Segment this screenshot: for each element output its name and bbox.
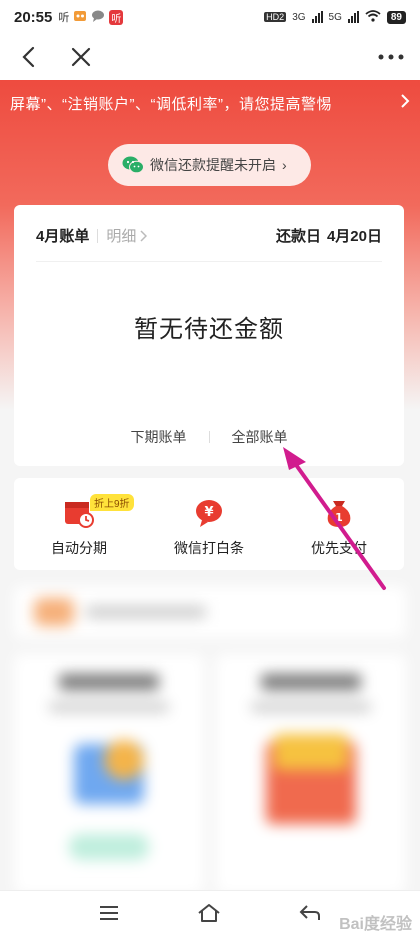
status-time: 20:55 [14,8,53,26]
svg-text:¥: ¥ [204,505,213,520]
svg-text:1: 1 [335,511,343,524]
blurred-promo-card [216,654,406,894]
system-indicators: HD2 3G 5G 89 [264,9,406,25]
back-icon[interactable] [299,904,321,927]
chevron-right-icon: › [282,157,287,173]
quick-action-label: 微信打白条 [174,540,244,556]
chat-icon [91,9,105,26]
repay-date: 4月20日 [326,228,382,245]
chevron-right-icon [140,229,148,242]
repay-day-label: 还款日 [275,228,321,245]
next-bill-link[interactable]: 下期账单 [109,427,209,447]
wechat-icon [122,155,144,175]
quick-action-wechat-baitiao[interactable]: ¥ 微信打白条 [144,478,274,570]
signal-icon-2 [347,11,359,23]
wechat-reminder-label: 微信还款提醒未开启 [150,157,276,173]
nav-bar [0,34,420,80]
bill-card: 4月账单 明细 还款日 4月20日 暂无待还金额 下期账单 全部账单 [14,205,404,466]
bill-header: 4月账单 明细 还款日 4月20日 [36,225,382,246]
battery-icon: 89 [386,10,406,24]
status-bar: 20:55 听 听 HD2 3G 5G 89 [0,0,420,34]
quick-action-auto-installment[interactable]: 折上9折 自动分期 [14,478,144,570]
network-3g: 3G [292,11,306,23]
quick-action-priority-pay[interactable]: 1 优先支付 [274,478,404,570]
home-icon[interactable] [197,903,221,928]
wifi-icon [365,9,381,25]
game-icon [73,9,87,26]
detail-link[interactable]: 明细 [106,225,148,246]
wechat-baitiao-icon: ¥ [192,496,226,530]
detail-label: 明细 [106,228,137,245]
notification-app-icon: 听 [58,12,70,24]
menu-icon[interactable] [99,905,119,926]
divider [36,261,382,262]
quick-action-label: 自动分期 [51,540,107,556]
blurred-promo-card [14,654,204,894]
notification-icons: 听 听 [58,9,124,26]
bill-links: 下期账单 全部账单 [14,427,404,447]
chevron-right-icon [400,93,410,113]
chevron-left-icon[interactable] [12,40,46,74]
marquee-text: 屏幕”、“注销账户”、“调低利率”，请您提高警惕 [10,95,332,113]
discount-badge: 折上9折 [90,494,134,511]
month-bill-title: 4月账单 [36,228,90,245]
hd-indicator: HD2 [264,12,287,22]
network-5g: 5G [328,11,342,23]
blurred-content [0,578,420,894]
divider [97,228,99,243]
signal-icon [311,11,323,23]
quick-actions: 折上9折 自动分期 ¥ 微信打白条 1 优先支付 [14,478,404,570]
watermark: Bai度经验 [339,916,412,933]
all-bills-link[interactable]: 全部账单 [210,427,310,447]
priority-pay-icon: 1 [322,496,356,530]
warning-marquee[interactable]: 屏幕”、“注销账户”、“调低利率”，请您提高警惕 [0,84,420,122]
quick-action-label: 优先支付 [311,540,367,556]
empty-amount-text: 暂无待还金额 [134,316,284,343]
close-icon[interactable] [64,40,98,74]
notification-app-icon-red: 听 [109,9,124,25]
blurred-banner [14,586,406,638]
wechat-reminder-button[interactable]: 微信还款提醒未开启 › [108,144,311,186]
more-dots-icon[interactable] [374,40,408,74]
